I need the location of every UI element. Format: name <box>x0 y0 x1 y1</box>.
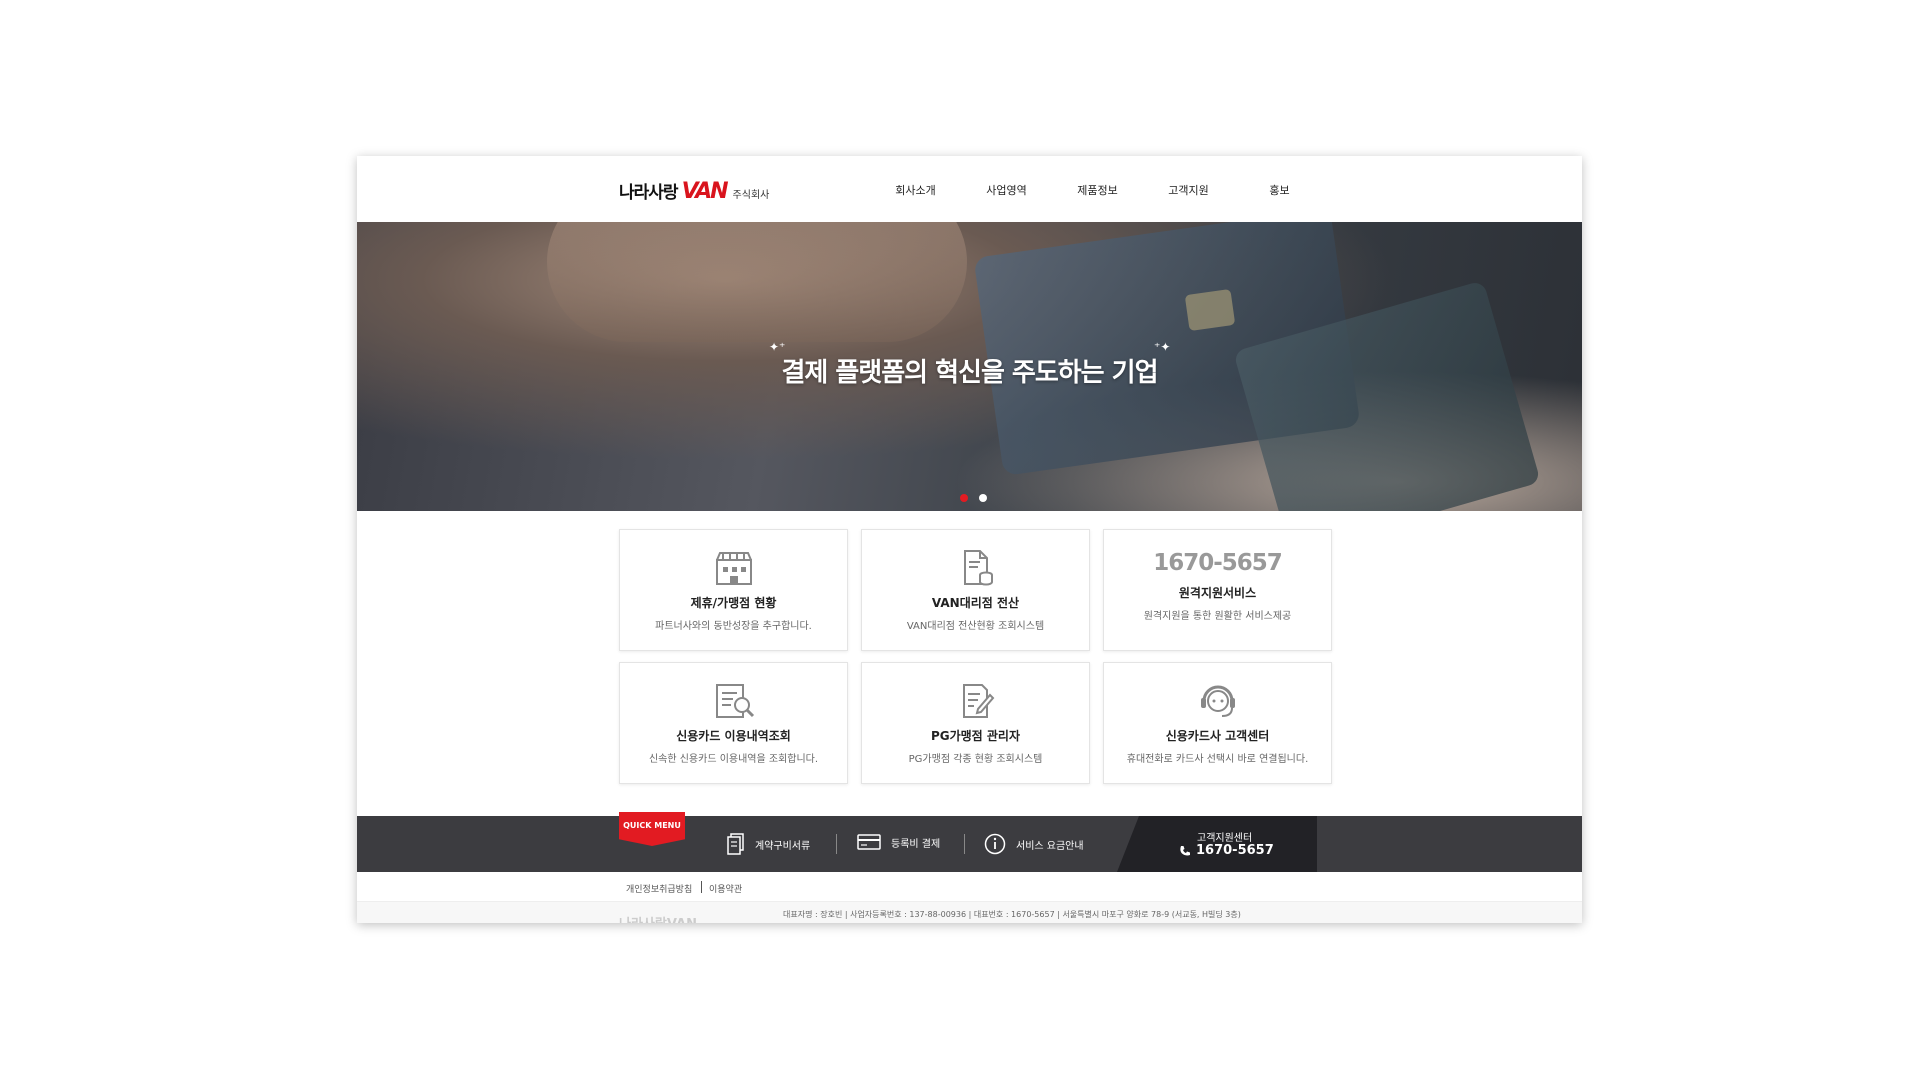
document-icon <box>727 833 744 855</box>
support-center[interactable]: 고객지원센터 1670-5657 <box>1117 816 1317 872</box>
card-icon <box>857 834 881 850</box>
terms-link[interactable]: 이용약관 <box>709 882 742 895</box>
service-desc: 파트너사와의 동반성장을 추구합니다. <box>655 621 812 632</box>
nav-company[interactable]: 회사소개 <box>870 182 961 198</box>
service-card-callcenter[interactable]: 신용카드사 고객센터 휴대전화로 카드사 선택시 바로 연결됩니다. <box>1103 662 1332 784</box>
service-card-history[interactable]: 신용카드 이용내역조회 신속한 신용카드 이용내역을 조회합니다. <box>619 662 848 784</box>
divider <box>836 834 837 854</box>
hero-background-chip <box>1184 288 1236 332</box>
service-remote-support[interactable]: 1670-5657 원격지원서비스 원격지원을 통한 원활한 서비스제공 <box>1103 529 1332 651</box>
document-coins-icon <box>963 550 993 586</box>
support-center-label: 고객지원센터 <box>1197 833 1253 844</box>
receipt-search-icon <box>715 684 754 718</box>
service-title: 신용카드사 고객센터 <box>1165 729 1270 743</box>
service-pg-admin[interactable]: PG가맹점 관리자 PG가맹점 각종 현황 조회시스템 <box>861 662 1090 784</box>
divider <box>964 834 965 854</box>
footer-info: 나라사랑VAN 대표자명 : 장호빈 | 사업자등록번호 : 137-88-00… <box>357 902 1582 923</box>
site-logo[interactable]: 나라사랑 VAN 주식회사 <box>619 178 769 204</box>
service-title: PG가맹점 관리자 <box>930 729 1021 743</box>
quick-item-label: 계약구비서류 <box>755 840 811 852</box>
store-icon <box>715 552 752 585</box>
service-title: 신용카드 이용내역조회 <box>676 729 791 743</box>
hero-background-hand <box>547 222 967 342</box>
hero-banner: ✦⁺ ⁺✦ 결제 플랫폼의 혁신을 주도하는 기업 <box>357 222 1582 511</box>
service-title: 원격지원서비스 <box>1178 586 1257 600</box>
service-affiliates[interactable]: 제휴/가맹점 현황 파트너사와의 동반성장을 추구합니다. <box>619 529 848 651</box>
footer-logo: 나라사랑VAN <box>619 913 697 923</box>
quick-item-label: 등록비 결제 <box>891 838 941 850</box>
slider-dot-2[interactable] <box>979 494 987 502</box>
divider <box>701 881 702 893</box>
quick-contract-documents[interactable]: 계약구비서류 <box>727 833 810 855</box>
nav-products[interactable]: 제품정보 <box>1052 182 1143 198</box>
company-info: 대표자명 : 장호빈 | 사업자등록번호 : 137-88-00936 | 대표… <box>783 910 1241 919</box>
hero-title: 결제 플랫폼의 혁신을 주도하는 기업 <box>781 358 1158 388</box>
quick-registration-payment[interactable]: 등록비 결제 <box>857 833 940 851</box>
main-nav: 회사소개 사업영역 제품정보 고객지원 홍보 <box>870 182 1325 198</box>
slider-pagination <box>960 494 987 502</box>
quick-menu-tag: QUICK MENU <box>619 812 685 846</box>
site-header: 나라사랑 VAN 주식회사 회사소개 사업영역 제품정보 고객지원 홍보 <box>357 156 1582 222</box>
browser-page: 나라사랑 VAN 주식회사 회사소개 사업영역 제품정보 고객지원 홍보 ✦⁺ … <box>357 156 1582 923</box>
logo-subtitle: 주식회사 <box>732 190 770 201</box>
service-van-agency[interactable]: VAN대리점 전산 VAN대리점 전산현황 조회시스템 <box>861 529 1090 651</box>
nav-business[interactable]: 사업영역 <box>961 182 1052 198</box>
service-title: VAN대리점 전산 <box>931 596 1020 610</box>
quick-item-label: 서비스 요금안내 <box>1016 840 1084 852</box>
logo-text: 나라사랑 <box>619 183 679 203</box>
privacy-policy-link[interactable]: 개인정보취급방침 <box>626 882 692 895</box>
support-center-phone: 1670-5657 <box>1179 843 1274 858</box>
nav-pr[interactable]: 홍보 <box>1234 182 1325 198</box>
service-title: 제휴/가맹점 현황 <box>690 596 777 610</box>
phone-icon <box>1180 845 1190 855</box>
service-desc: 원격지원을 통한 원활한 서비스제공 <box>1143 611 1292 622</box>
remote-support-phone: 1670-5657 <box>1153 550 1283 576</box>
service-desc: VAN대리점 전산현황 조회시스템 <box>906 621 1045 632</box>
document-edit-icon <box>962 684 994 718</box>
service-grid: 제휴/가맹점 현황 파트너사와의 동반성장을 추구합니다. VAN대리점 전산 … <box>619 529 1332 784</box>
quick-service-fees[interactable]: 서비스 요금안내 <box>984 833 1084 855</box>
info-icon <box>984 833 1006 855</box>
service-desc: 신속한 신용카드 이용내역을 조회합니다. <box>648 754 819 765</box>
nav-support[interactable]: 고객지원 <box>1143 182 1234 198</box>
quick-menu-bar: QUICK MENU 계약구비서류 등록비 결제 서비스 요금안내 고객지원센터… <box>357 812 1582 872</box>
support-phone-number: 1670-5657 <box>1196 843 1274 858</box>
slider-dot-1[interactable] <box>960 494 968 502</box>
logo-van: VAN <box>681 179 729 204</box>
service-desc: 휴대전화로 카드사 선택시 바로 연결됩니다. <box>1126 754 1309 765</box>
footer-links: 개인정보취급방침 이용약관 <box>357 872 1582 902</box>
service-desc: PG가맹점 각종 현황 조회시스템 <box>908 754 1043 765</box>
headset-icon <box>1200 685 1235 717</box>
